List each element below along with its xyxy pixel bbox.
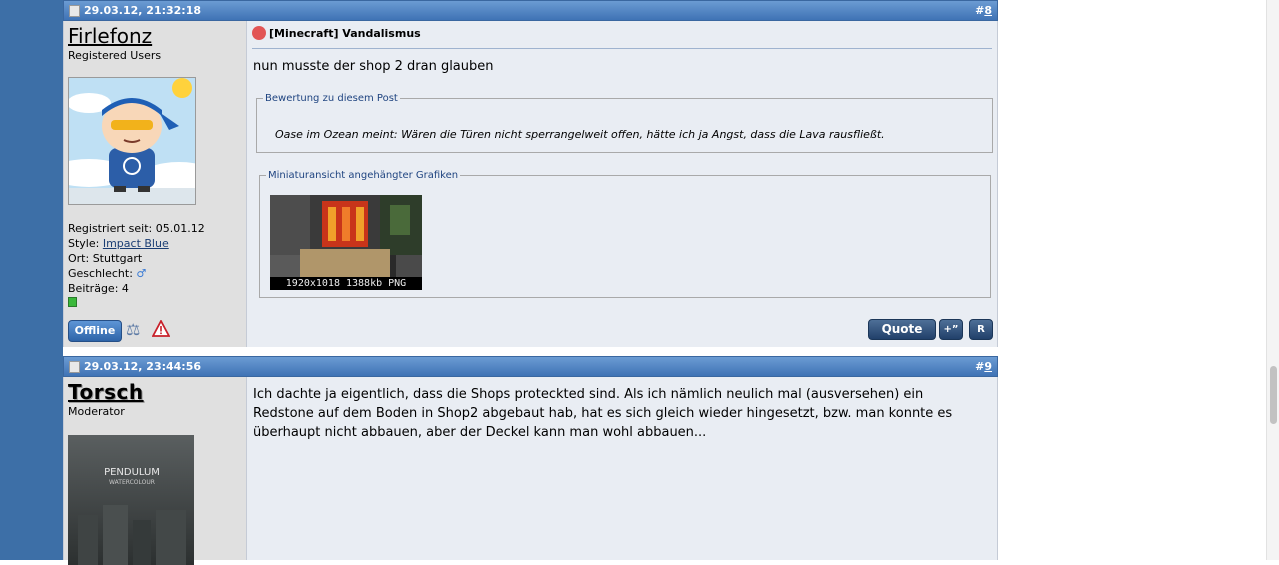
post-content: Ich dachte ja eigentlich, dass die Shops… <box>247 377 998 560</box>
scrollbar-track[interactable] <box>1266 0 1279 560</box>
avatar-text-secondary: WATERCOLOUR <box>109 479 155 486</box>
rate-post-icon[interactable]: ⚖ <box>126 320 146 340</box>
post-number-link[interactable]: #9 <box>975 357 992 376</box>
post-count: Beiträge: 4 <box>68 282 129 295</box>
attachments-legend: Miniaturansicht angehängter Grafiken <box>268 170 459 181</box>
style-label: Style: <box>68 237 100 250</box>
user-details: Registriert seit: 05.01.12 Style: Impact… <box>68 221 205 311</box>
offline-status-button[interactable]: Offline <box>68 320 122 342</box>
page-right-margin <box>998 0 1279 560</box>
report-button[interactable]: R <box>969 319 993 340</box>
post-9: 29.03.12, 23:44:56 #9 Torsch Moderator P… <box>63 356 998 565</box>
style-link[interactable]: Impact Blue <box>103 237 169 250</box>
attachments-box: Miniaturansicht angehängter Grafiken 192… <box>259 170 991 298</box>
username-link[interactable]: Firlefonz <box>68 24 152 48</box>
avatar: PENDULUM WATERCOLOUR <box>68 435 194 565</box>
registered-date: Registriert seit: 05.01.12 <box>68 222 205 235</box>
post-date: 29.03.12, 23:44:56 <box>84 360 202 373</box>
post-header: 29.03.12, 23:44:56 #9 <box>63 356 998 377</box>
scrollbar-thumb[interactable] <box>1270 366 1277 424</box>
male-icon: ♂ <box>136 267 147 280</box>
page-left-margin <box>0 0 63 560</box>
post-8: 29.03.12, 21:32:18 #8 Firlefonz Register… <box>63 0 998 347</box>
avatar-text-primary: PENDULUM <box>104 467 160 478</box>
angry-face-icon <box>252 25 266 40</box>
rating-text: Oase im Ozean meint: Wären die Türen nic… <box>275 128 885 141</box>
multiquote-button[interactable]: +” <box>939 319 963 340</box>
user-info-panel: Firlefonz Registered Users Registriert s… <box>63 21 247 347</box>
location: Ort: Stuttgart <box>68 252 143 265</box>
post-title: [Minecraft] Vandalismus <box>269 27 421 40</box>
quote-button[interactable]: Quote <box>868 319 936 340</box>
post-title-line: [Minecraft] Vandalismus <box>252 25 992 49</box>
attachment-thumbnail[interactable]: 1920x1018 1388kb PNG <box>270 195 422 290</box>
gender-label: Geschlecht: <box>68 267 133 280</box>
post-text: nun musste der shop 2 dran glauben <box>253 59 494 74</box>
post-content: [Minecraft] Vandalismus nun musste der s… <box>247 21 998 347</box>
rating-legend: Bewertung zu diesem Post <box>265 93 398 104</box>
avatar <box>68 77 196 205</box>
user-rank: Registered Users <box>68 49 162 62</box>
post-header: 29.03.12, 21:32:18 #8 <box>63 0 998 21</box>
rating-box: Bewertung zu diesem Post Oase im Ozean m… <box>256 93 993 153</box>
post-text: Ich dachte ja eigentlich, dass die Shops… <box>253 387 953 440</box>
username-link[interactable]: Torsch <box>68 380 144 404</box>
user-rank: Moderator <box>68 405 125 418</box>
report-warning-icon[interactable] <box>151 319 172 340</box>
post-doc-icon <box>69 4 80 17</box>
post-date: 29.03.12, 21:32:18 <box>84 4 202 17</box>
user-info-panel: Torsch Moderator PENDULUM WATERCOLOUR <box>63 377 247 565</box>
post-doc-icon <box>69 360 80 373</box>
attachment-caption: 1920x1018 1388kb PNG <box>270 277 422 290</box>
post-number-link[interactable]: #8 <box>975 1 992 20</box>
reputation-dot-icon <box>68 297 77 307</box>
